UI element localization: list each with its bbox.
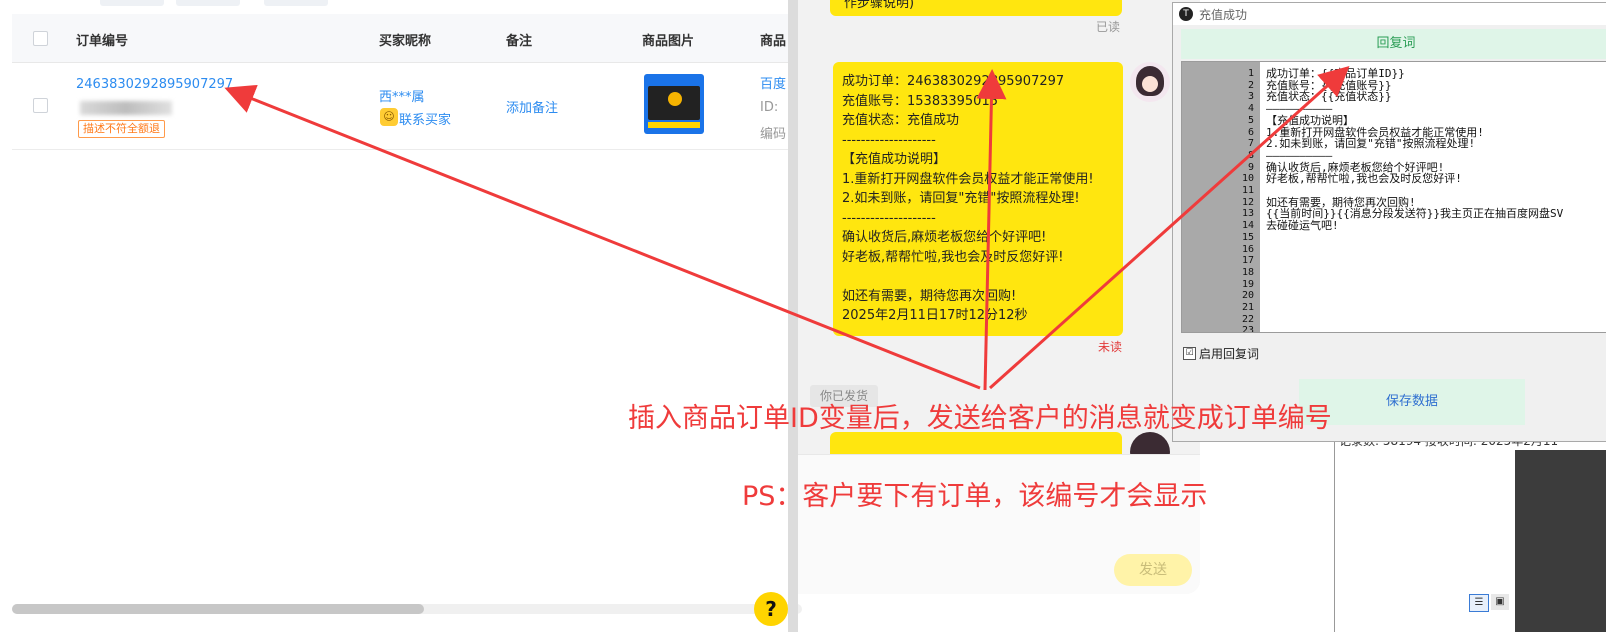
product-image-panel bbox=[648, 86, 700, 120]
header-order-no: 订单编号 bbox=[76, 34, 129, 49]
message-bubble: 成功订单：2463830292895907297 充值账号：1538339501… bbox=[833, 62, 1123, 336]
code-line: 成功订单：{{商品订单ID}} bbox=[1266, 67, 1405, 80]
message-line: 2025年2月11日17时12分12秒 bbox=[842, 308, 1028, 323]
wangwang-icon: ☺ bbox=[380, 108, 398, 126]
reply-words-button[interactable]: 回复词 bbox=[1181, 29, 1606, 59]
contact-buyer-link[interactable]: 联系买家 bbox=[399, 109, 451, 128]
product-code-label: 编码 bbox=[760, 127, 787, 142]
coin-icon bbox=[668, 92, 682, 106]
header-image: 商品图片 bbox=[642, 34, 695, 49]
line-number: 7 bbox=[1247, 138, 1254, 150]
code-line: 【充值成功说明】 bbox=[1266, 113, 1354, 127]
line-number: 21 bbox=[1241, 302, 1254, 313]
line-number: 16 bbox=[1241, 243, 1254, 255]
message-line: 成功订单：2463830292895907297 bbox=[842, 74, 1065, 89]
code-line: 去碰碰运气吧! bbox=[1266, 219, 1339, 233]
top-tab-3[interactable] bbox=[264, 0, 328, 6]
panel-divider[interactable] bbox=[788, 0, 798, 632]
annotation-ps-note: PS：客户要下有订单，该编号才会显示 bbox=[742, 481, 1208, 512]
top-tab-1[interactable] bbox=[100, 0, 164, 6]
message-line: 充值账号：15383395015 bbox=[842, 93, 998, 109]
line-number: 23 bbox=[1241, 325, 1254, 333]
product-image[interactable] bbox=[644, 74, 704, 134]
line-number: 3 bbox=[1247, 91, 1254, 103]
list-view-icon[interactable]: ☰ bbox=[1469, 594, 1489, 612]
background-window: 记录数: 58194 接收时间: 2025年2月11 ☰ ▣ bbox=[1334, 432, 1606, 632]
dialog-title: 充值成功 bbox=[1199, 8, 1248, 22]
avatar[interactable] bbox=[1130, 62, 1170, 102]
add-remark-link[interactable]: 添加备注 bbox=[506, 97, 558, 116]
line-number: 1 bbox=[1247, 68, 1254, 79]
product-image-bar bbox=[648, 122, 700, 128]
recharge-success-dialog: T 充值成功 回复词 1 2 3 4 5 6 7 8 9 10 11 12 13… bbox=[1172, 2, 1606, 442]
line-number: 5 bbox=[1247, 114, 1254, 126]
line-number: 19 bbox=[1241, 278, 1254, 290]
header-remark: 备注 bbox=[506, 34, 533, 49]
top-tab-2[interactable] bbox=[176, 0, 240, 6]
line-number: 8 bbox=[1247, 149, 1254, 161]
message-line: -------------------- bbox=[842, 132, 936, 148]
horizontal-scrollbar-thumb[interactable] bbox=[12, 604, 424, 614]
read-status: 已读 bbox=[1096, 20, 1121, 34]
line-number: 22 bbox=[1241, 313, 1254, 325]
line-number: 2 bbox=[1247, 79, 1254, 91]
line-number: 17 bbox=[1241, 255, 1254, 267]
product-title-link[interactable]: 百度 bbox=[760, 73, 786, 92]
line-number: 9 bbox=[1247, 161, 1254, 173]
enable-reply-label[interactable]: 启用回复词 bbox=[1199, 345, 1259, 362]
message-line: 充值状态：充值成功 bbox=[842, 113, 960, 128]
help-button[interactable]: ? bbox=[754, 592, 788, 626]
table-row: 2463830292895907297 描述不符全额退 西***属 ☺ 联系买家… bbox=[12, 63, 808, 150]
refund-badge: 描述不符全额退 bbox=[78, 120, 165, 138]
message-line: 2.如未到账，请回复"充错"按照流程处理! bbox=[842, 191, 1080, 206]
reply-editor[interactable]: 1 2 3 4 5 6 7 8 9 10 11 12 13 14 15 16 1… bbox=[1181, 61, 1606, 333]
row-checkbox[interactable] bbox=[33, 98, 48, 113]
annotation-main-note: 插入商品订单ID变量后，发送给客户的消息就变成订单编号 bbox=[628, 403, 1332, 434]
message-line: 如还有需要，期待您再次回购! bbox=[842, 288, 1017, 304]
title-bar[interactable]: T 充值成功 bbox=[1173, 3, 1606, 25]
message-line: 【充值成功说明】 bbox=[842, 152, 947, 167]
line-number: 6 bbox=[1247, 126, 1254, 138]
order-number-link[interactable]: 2463830292895907297 bbox=[76, 77, 233, 92]
buyer-nickname[interactable]: 西***属 bbox=[379, 86, 425, 105]
line-number: 4 bbox=[1247, 103, 1254, 115]
line-number-gutter: 1 2 3 4 5 6 7 8 9 10 11 12 13 14 15 16 1… bbox=[1182, 62, 1260, 332]
line-number: 18 bbox=[1241, 266, 1254, 278]
line-number: 11 bbox=[1241, 185, 1254, 196]
unread-status: 未读 bbox=[1098, 340, 1123, 354]
code-line: 好老板,帮帮忙啦,我也会及时反您好评! bbox=[1266, 172, 1462, 186]
image-view-icon[interactable]: ▣ bbox=[1491, 594, 1509, 610]
line-number: 10 bbox=[1241, 173, 1254, 185]
line-number: 15 bbox=[1241, 231, 1254, 243]
select-all-checkbox[interactable] bbox=[33, 31, 48, 46]
send-button[interactable]: 发送 bbox=[1114, 554, 1192, 586]
blurred-text bbox=[80, 101, 172, 115]
line-number: 20 bbox=[1241, 290, 1254, 302]
avatar-face bbox=[1142, 76, 1158, 92]
message-line: 1.重新打开网盘软件会员权益才能正常使用! bbox=[842, 171, 1094, 187]
app-icon: T bbox=[1179, 7, 1193, 21]
message-line: -------------------- bbox=[842, 210, 936, 226]
header-buyer: 买家昵称 bbox=[379, 34, 432, 49]
order-panel: 订单编号 买家昵称 备注 商品图片 商品 2463830292895907297… bbox=[0, 0, 808, 632]
message-line: 好老板,帮帮忙啦,我也会及时反您好评! bbox=[842, 249, 1064, 265]
previous-message-text: 作步骤说明) bbox=[844, 0, 915, 11]
message-line: 确认收货后,麻烦老板您给个好评吧! bbox=[842, 230, 1047, 245]
enable-reply-checkbox[interactable]: ☑ bbox=[1183, 347, 1196, 360]
line-number: 12 bbox=[1241, 196, 1254, 208]
dark-panel bbox=[1515, 450, 1606, 632]
line-number: 13 bbox=[1241, 208, 1254, 220]
save-data-button[interactable]: 保存数据 bbox=[1299, 379, 1525, 425]
code-line: —————————— bbox=[1266, 148, 1333, 162]
table-header: 订单编号 买家昵称 备注 商品图片 商品 bbox=[12, 14, 808, 63]
line-number: 14 bbox=[1241, 220, 1254, 232]
product-id-label: ID: bbox=[760, 100, 779, 115]
header-product: 商品 bbox=[760, 34, 787, 49]
